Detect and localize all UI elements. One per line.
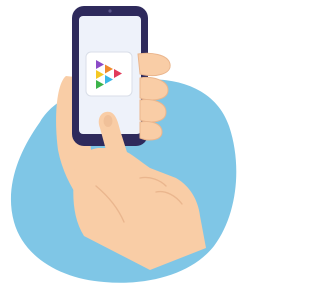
phone-camera bbox=[108, 9, 112, 13]
fingernail bbox=[103, 115, 113, 127]
app-tile bbox=[85, 51, 133, 97]
illustration-stage bbox=[0, 0, 240, 293]
phone-in-hand-illustration bbox=[10, 6, 237, 283]
play-app-icon bbox=[85, 51, 133, 97]
finger-top bbox=[137, 52, 171, 77]
